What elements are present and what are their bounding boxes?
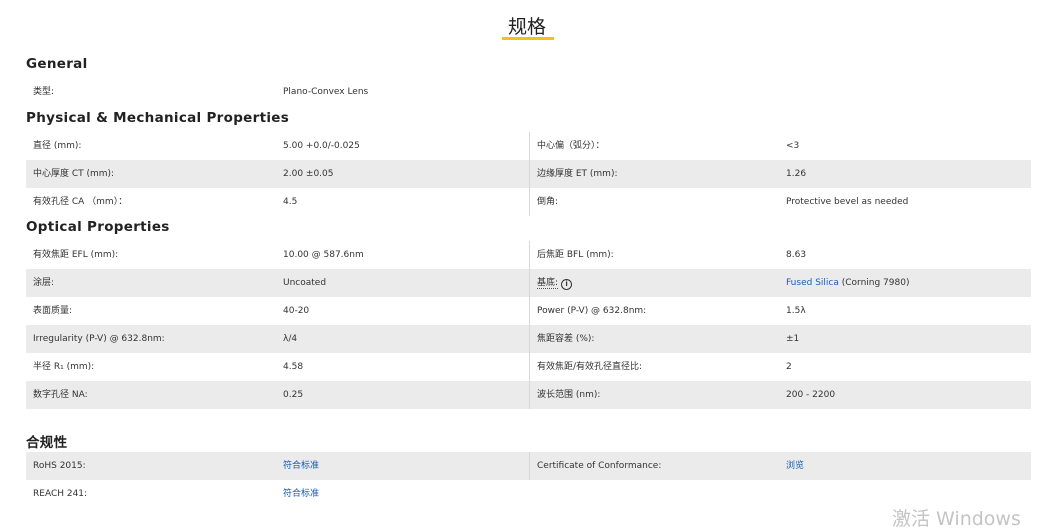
spec-label: 中心偏（弧分）： xyxy=(537,141,605,151)
spec-label: RoHS 2015: xyxy=(33,461,86,471)
spec-value: ±1 xyxy=(786,334,800,344)
table-row: 中心厚度 CT (mm): 2.00 ±0.05 边缘厚度 ET (mm): 1… xyxy=(26,160,1031,188)
section-title-optical: Optical Properties xyxy=(26,219,170,235)
spec-value: 0.25 xyxy=(283,390,304,400)
table-row: 类型: Plano-Convex Lens xyxy=(26,78,1031,106)
table-row: REACH 241: 符合标准 xyxy=(26,480,1031,508)
section-title-compliance: 合规性 xyxy=(26,435,68,451)
table-row: 涂层: Uncoated 基底: i Fused Silica (Corning … xyxy=(26,269,1031,297)
spec-value: 4.58 xyxy=(283,362,304,372)
table-row: 半径 R₁ (mm): 4.58 有效焦距/有效孔径直径比: 2 xyxy=(26,353,1031,381)
spec-value: Uncoated xyxy=(283,278,327,288)
spec-label: Irregularity (P-V) @ 632.8nm: xyxy=(33,334,165,344)
column-divider xyxy=(529,188,530,216)
spec-value: 5.00 +0.0/-0.025 xyxy=(283,141,360,151)
general-table: 类型: Plano-Convex Lens xyxy=(26,78,1031,106)
optical-table: 有效焦距 EFL (mm): 10.00 @ 587.6nm 后焦距 BFL (… xyxy=(26,241,1031,409)
substrate-label-text[interactable]: 基底: xyxy=(537,278,559,289)
spec-label: 有效焦距/有效孔径直径比: xyxy=(537,362,643,372)
spec-value: 8.63 xyxy=(786,250,807,260)
table-row: RoHS 2015: 符合标准 Certificate of Conforman… xyxy=(26,452,1031,480)
spec-label: 中心厚度 CT (mm): xyxy=(33,169,115,179)
column-divider xyxy=(529,452,530,480)
table-row: 表面质量: 40-20 Power (P-V) @ 632.8nm: 1.5λ xyxy=(26,297,1031,325)
spec-value: <3 xyxy=(786,141,800,151)
spec-label: 波长范围 (nm): xyxy=(537,390,601,400)
spec-label: 有效孔径 CA （mm）： xyxy=(33,197,128,207)
compliance-table: RoHS 2015: 符合标准 Certificate of Conforman… xyxy=(26,452,1031,508)
table-row: 有效焦距 EFL (mm): 10.00 @ 587.6nm 后焦距 BFL (… xyxy=(26,241,1031,269)
spec-label: 边缘厚度 ET (mm): xyxy=(537,169,618,179)
page-title: 规格 xyxy=(507,16,546,38)
spec-label: Certificate of Conformance: xyxy=(537,461,662,471)
spec-value: 200 - 2200 xyxy=(786,390,836,400)
spec-value-substrate: Fused Silica (Corning 7980) xyxy=(786,269,909,297)
column-divider xyxy=(529,297,530,325)
column-divider xyxy=(529,381,530,409)
title-underline xyxy=(502,37,554,40)
column-divider xyxy=(529,241,530,269)
column-divider xyxy=(529,269,530,297)
column-divider xyxy=(529,132,530,160)
table-row: 有效孔径 CA （mm）： 4.5 倒角: Protective bevel a… xyxy=(26,188,1031,216)
section-title-general: General xyxy=(26,56,88,72)
spec-value: 40-20 xyxy=(283,306,310,316)
spec-value: 1.5λ xyxy=(786,306,806,316)
physical-table: 直径 (mm): 5.00 +0.0/-0.025 中心偏（弧分）： <3 中心… xyxy=(26,132,1031,216)
spec-label: 后焦距 BFL (mm): xyxy=(537,250,614,260)
spec-value: 1.26 xyxy=(786,169,807,179)
reach-compliance-link[interactable]: 符合标准 xyxy=(283,480,319,508)
table-row: 直径 (mm): 5.00 +0.0/-0.025 中心偏（弧分）： <3 xyxy=(26,132,1031,160)
table-row: Irregularity (P-V) @ 632.8nm: λ/4 焦距容差 (… xyxy=(26,325,1031,353)
spec-value: 2.00 ±0.05 xyxy=(283,169,334,179)
spec-label: 涂层: xyxy=(33,278,55,288)
windows-activation-watermark: 激活 Windows xyxy=(892,508,1021,530)
column-divider xyxy=(529,160,530,188)
spec-value: 2 xyxy=(786,362,792,372)
spec-label: 有效焦距 EFL (mm): xyxy=(33,250,119,260)
certificate-view-link[interactable]: 浏览 xyxy=(786,452,804,480)
spec-label: 半径 R₁ (mm): xyxy=(33,362,95,372)
spec-label: 数字孔径 NA: xyxy=(33,390,88,400)
spec-value: 4.5 xyxy=(283,197,298,207)
spec-value: 10.00 @ 587.6nm xyxy=(283,250,364,260)
spec-label-substrate[interactable]: 基底: i xyxy=(537,269,573,297)
spec-label: 表面质量: xyxy=(33,306,73,316)
spec-label: 焦距容差 (%): xyxy=(537,334,595,344)
spec-label: REACH 241: xyxy=(33,489,88,499)
table-row: 数字孔径 NA: 0.25 波长范围 (nm): 200 - 2200 xyxy=(26,381,1031,409)
substrate-suffix: (Corning 7980) xyxy=(838,278,910,288)
section-title-physical: Physical & Mechanical Properties xyxy=(26,110,290,126)
spec-value: λ/4 xyxy=(283,334,298,344)
spec-label: 类型: xyxy=(33,87,55,97)
spec-value: Plano-Convex Lens xyxy=(283,87,369,97)
spec-label: 直径 (mm): xyxy=(33,141,82,151)
rohs-compliance-link[interactable]: 符合标准 xyxy=(283,452,319,480)
fused-silica-link[interactable]: Fused Silica xyxy=(786,278,839,288)
spec-value: Protective bevel as needed xyxy=(786,197,909,207)
spec-label: Power (P-V) @ 632.8nm: xyxy=(537,306,647,316)
column-divider xyxy=(529,353,530,381)
spec-label: 倒角: xyxy=(537,197,559,207)
column-divider xyxy=(529,325,530,353)
info-icon[interactable]: i xyxy=(561,279,573,290)
